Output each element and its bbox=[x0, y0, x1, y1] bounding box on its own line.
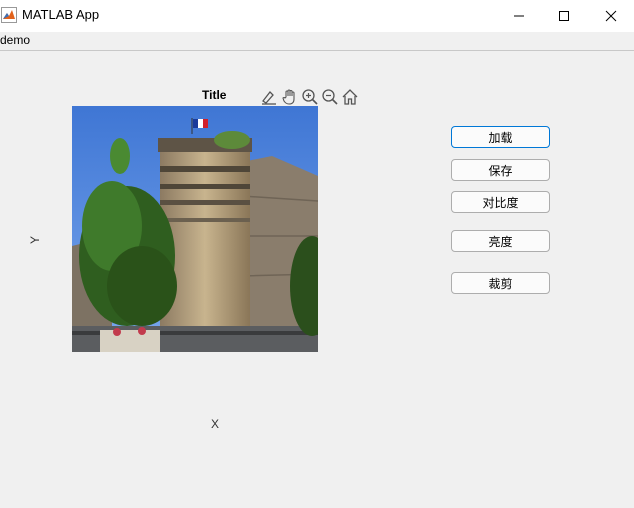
maximize-button[interactable] bbox=[541, 0, 587, 32]
close-button[interactable] bbox=[588, 0, 634, 32]
menu-bar: demo bbox=[0, 32, 634, 51]
window-titlebar: MATLAB App bbox=[0, 0, 634, 32]
axes-title: Title bbox=[202, 88, 227, 102]
save-button[interactable]: 保存 bbox=[451, 159, 550, 181]
load-button[interactable]: 加载 bbox=[451, 126, 550, 148]
close-icon bbox=[605, 10, 617, 22]
matlab-logo-icon bbox=[1, 7, 17, 23]
castle-image bbox=[72, 106, 318, 352]
window-title: MATLAB App bbox=[22, 7, 100, 22]
zoom-in-icon[interactable] bbox=[301, 88, 319, 106]
y-axis-label: Y bbox=[28, 235, 42, 244]
home-icon[interactable] bbox=[341, 88, 359, 106]
minimize-icon bbox=[514, 15, 524, 17]
menu-item-demo[interactable]: demo bbox=[0, 33, 30, 47]
crop-button[interactable]: 裁剪 bbox=[451, 272, 550, 294]
zoom-out-icon[interactable] bbox=[321, 88, 339, 106]
contrast-button[interactable]: 对比度 bbox=[451, 191, 550, 213]
brightness-button[interactable]: 亮度 bbox=[451, 230, 550, 252]
maximize-icon bbox=[559, 11, 569, 21]
x-axis-label: X bbox=[211, 417, 220, 431]
minimize-button[interactable] bbox=[496, 0, 542, 32]
pan-icon[interactable] bbox=[281, 88, 299, 106]
brush-icon[interactable] bbox=[260, 88, 278, 106]
